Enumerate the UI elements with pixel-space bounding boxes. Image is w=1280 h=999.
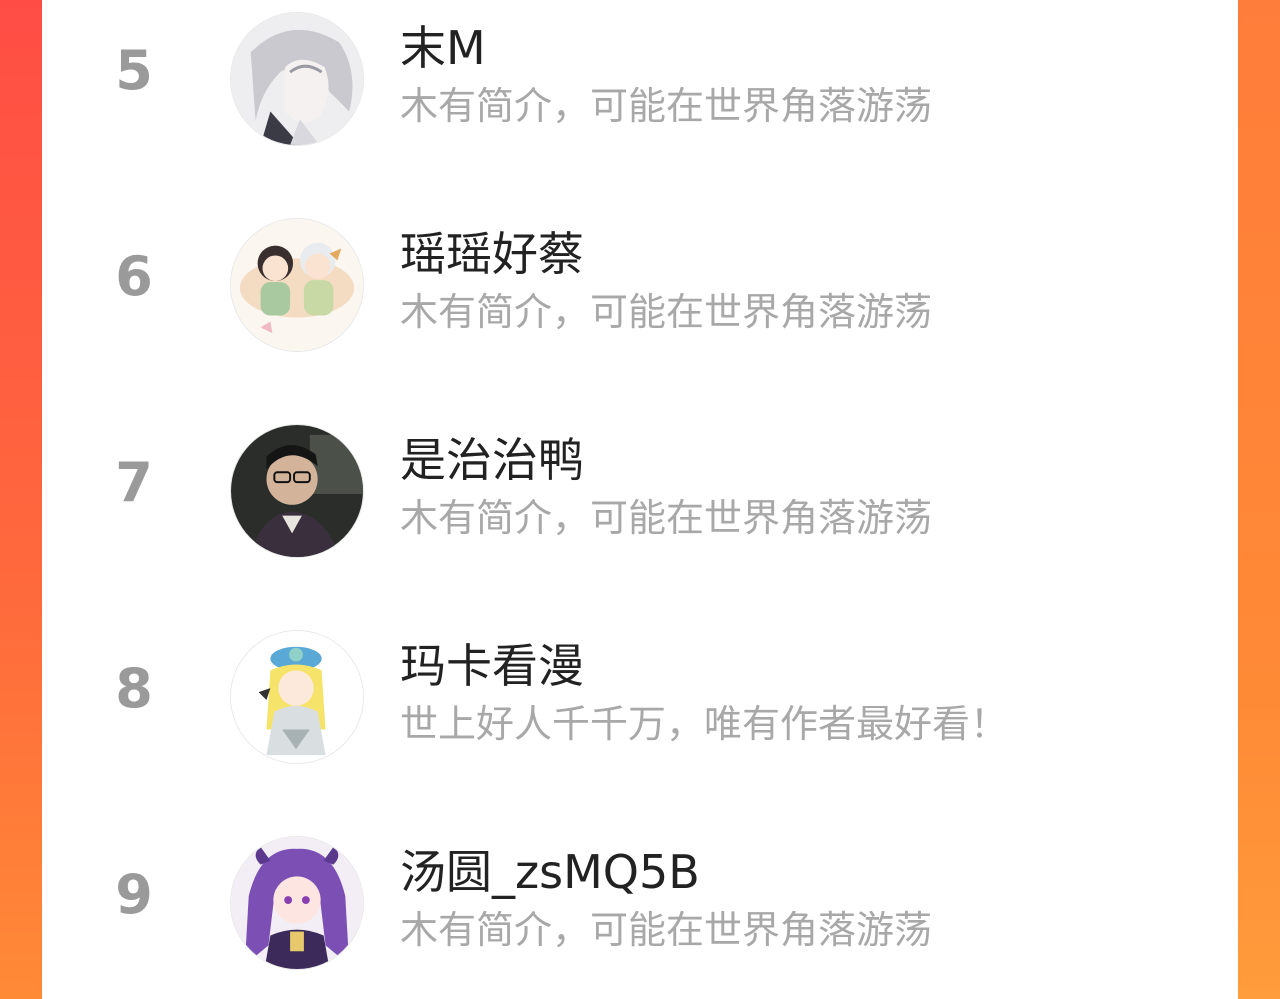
user-name[interactable]: 汤圆_zsMQ5B — [400, 842, 700, 902]
user-name[interactable]: 末M — [400, 18, 486, 78]
avatar-chibi-duo-icon[interactable] — [230, 218, 364, 352]
ranking-row[interactable]: 8 玛卡看漫 世上好人千千万，唯有作者最好看！ — [42, 618, 1238, 764]
user-bio: 木有简介，可能在世界角落游荡 — [400, 290, 933, 334]
ranking-row[interactable]: 7 是治治鸭 木有简介，可能在世界角落游荡 — [42, 412, 1238, 558]
user-name[interactable]: 是治治鸭 — [400, 430, 584, 490]
avatar-chibi-blonde-icon[interactable] — [230, 630, 364, 764]
user-name[interactable]: 瑶瑶好蔡 — [400, 224, 584, 284]
rank-number: 8 — [115, 657, 153, 720]
avatar-anime-silver-hair-icon[interactable] — [230, 12, 364, 146]
user-name[interactable]: 玛卡看漫 — [400, 636, 584, 696]
ranking-list: 5 末M 木有简介，可能在世界角落游荡 6 瑶瑶好蔡 木有简介，可能在世界角落游… — [42, 0, 1238, 999]
rank-number: 9 — [115, 863, 153, 926]
avatar-anime-purple-hair-icon[interactable] — [230, 836, 364, 970]
ranking-row[interactable]: 6 瑶瑶好蔡 木有简介，可能在世界角落游荡 — [42, 206, 1238, 352]
rank-number: 6 — [115, 245, 153, 308]
user-bio: 木有简介，可能在世界角落游荡 — [400, 84, 933, 128]
ranking-row[interactable]: 5 末M 木有简介，可能在世界角落游荡 — [42, 0, 1238, 146]
user-bio: 世上好人千千万，唯有作者最好看！ — [400, 702, 1009, 746]
user-bio: 木有简介，可能在世界角落游荡 — [400, 496, 933, 540]
ranking-row[interactable]: 9 汤圆_zsMQ5B 木有简介，可能在世界角落游荡 — [42, 824, 1238, 970]
user-bio: 木有简介，可能在世界角落游荡 — [400, 908, 933, 952]
avatar-photo-glasses-icon[interactable] — [230, 424, 364, 558]
page-frame-right-edge — [1238, 0, 1280, 999]
rank-number: 5 — [115, 39, 153, 102]
ranking-panel: 5 末M 木有简介，可能在世界角落游荡 6 瑶瑶好蔡 木有简介，可能在世界角落游… — [42, 0, 1238, 999]
rank-number: 7 — [115, 451, 153, 514]
